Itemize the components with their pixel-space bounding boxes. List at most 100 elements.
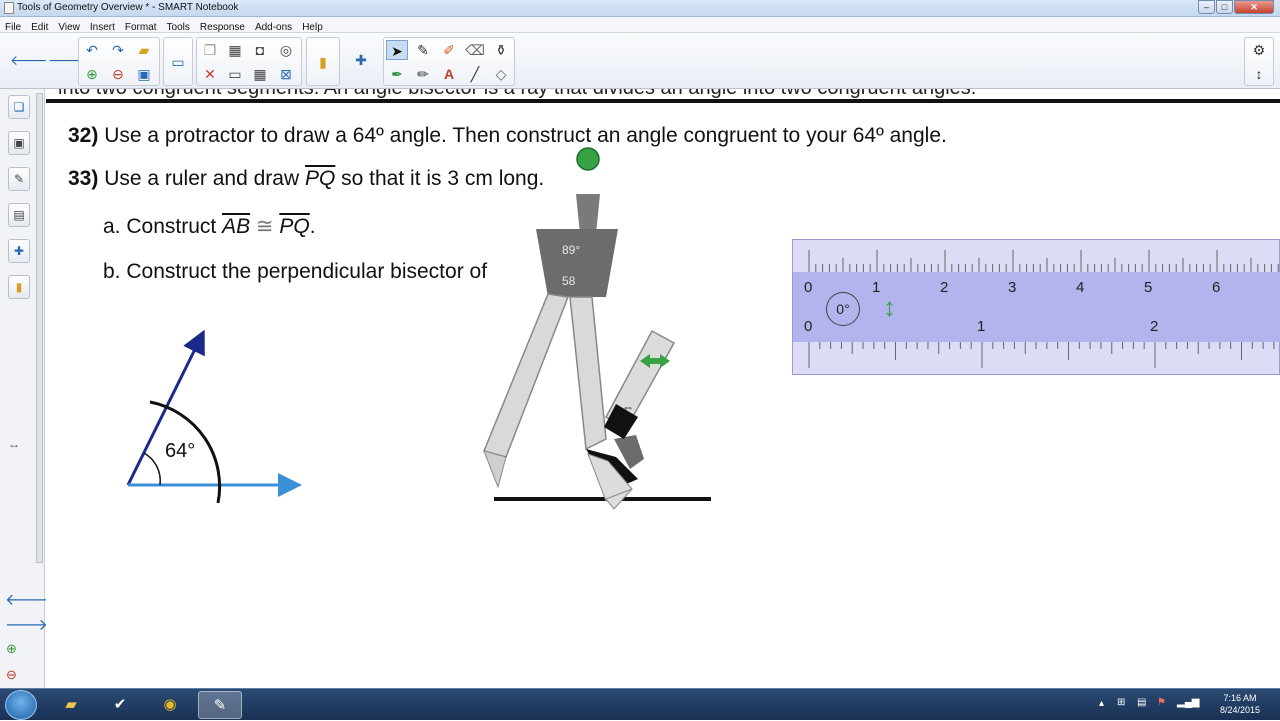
sidebar-scrollbar[interactable] [36, 93, 43, 563]
tray-app-icon[interactable]: ▤ [1137, 697, 1146, 708]
magic-pen-icon[interactable]: ✒ [386, 64, 408, 84]
ruler-tool[interactable]: 0° ↕ 0 1 2 3 4 5 6 0 1 2 [792, 239, 1280, 375]
cm-label-6: 6 [1212, 279, 1221, 296]
lock-tool-group: ▮ [306, 37, 340, 86]
start-button[interactable] [5, 690, 37, 720]
capture-icon[interactable]: ◘ [249, 40, 271, 60]
menu-format[interactable]: Format [120, 20, 162, 33]
shapes-icon[interactable]: ◇ [490, 64, 512, 84]
select-cursor-icon[interactable]: ➤ [386, 40, 408, 60]
inch-label-2: 2 [1150, 318, 1159, 335]
sidebar-add-page-icon[interactable]: ⊕ [6, 641, 17, 657]
table-icon[interactable]: ▦ [249, 64, 271, 84]
forward-arrow-icon[interactable]: 🡒 [48, 50, 86, 70]
redo-icon[interactable]: ↷ [107, 40, 129, 60]
compass-needle-leg [482, 293, 570, 458]
compass-rotate-handle[interactable] [576, 147, 600, 171]
cm-label-1: 1 [872, 279, 881, 296]
menu-edit[interactable]: Edit [26, 20, 53, 33]
menu-response[interactable]: Response [195, 20, 250, 33]
windows-flag-icon[interactable]: ⊞ [1117, 697, 1125, 708]
page-sorter-icon[interactable]: ❏ [8, 95, 30, 119]
compass-tool[interactable]: ⇔ [466, 139, 686, 519]
compass-handle[interactable] [576, 194, 600, 234]
clock[interactable]: 7:16 AM 8/24/2015 [1210, 692, 1270, 716]
sidebar-delete-page-icon[interactable]: ⊖ [6, 667, 17, 683]
delete-icon[interactable]: ✕ [199, 64, 221, 84]
compass-needle-tip [483, 450, 507, 489]
side-tabs: ❏ ▣ ✎ ▤ ✚ ▮ ↔ 🡐 🡒 ⊕ ⊖ [0, 89, 48, 688]
notebook-page[interactable]: into two congruent segments. An angle bi… [46, 89, 1280, 688]
add-ons-icon[interactable]: ✚ [8, 239, 30, 263]
lock-icon[interactable]: ▮ [312, 52, 334, 72]
move-toolbar-icon[interactable]: ↕ [1248, 64, 1270, 84]
menu-tools[interactable]: Tools [162, 20, 195, 33]
cm-label-2: 2 [940, 279, 949, 296]
line-icon[interactable]: ╱ [464, 64, 486, 84]
edit-tool-group: ↶ ↷ ▰ ⊕ ⊖ ▣ [78, 37, 160, 86]
insert-picture-icon[interactable]: ▦ [224, 40, 246, 60]
checkmark-app-taskbar-icon[interactable]: ✔ [98, 691, 142, 719]
delete-page-icon[interactable]: ⊖ [107, 64, 129, 84]
compass-radius-readout: 58 [562, 274, 576, 288]
inch-label-0: 0 [804, 318, 813, 335]
compass-resize-cursor-icon: ⇔ [622, 400, 634, 414]
maximize-button[interactable]: □ [1216, 0, 1233, 14]
cm-label-3: 3 [1008, 279, 1017, 296]
recognize-icon[interactable]: ◎ [275, 40, 297, 60]
full-screen-icon[interactable]: ⊠ [275, 64, 297, 84]
compass-pencil-leg [569, 296, 607, 451]
back-arrow-icon[interactable]: 🡐 [10, 50, 48, 70]
clipboard-tool-group: ❐ ▦ ◘ ◎ ✕ ▭ ▦ ⊠ [196, 37, 302, 86]
sidebar-forward-arrow-icon[interactable]: 🡒 [5, 614, 48, 635]
paste-icon[interactable]: ❐ [199, 40, 221, 60]
display-tool-group: ▭ [163, 37, 193, 86]
menu-addons[interactable]: Add-ons [250, 20, 297, 33]
menu-insert[interactable]: Insert [85, 20, 120, 33]
explorer-taskbar-icon[interactable]: ▰ [49, 691, 93, 719]
volume-icon[interactable]: ♪ [1195, 696, 1200, 707]
gear-icon[interactable]: ⚙ [1248, 40, 1270, 60]
toolbar: 🡐 🡒 ↶ ↷ ▰ ⊕ ⊖ ▣ ▭ ❐ ▦ ◘ ◎ ✕ ▭ ▦ ⊠ ▮ ✚ ➤ … [0, 34, 1280, 89]
highlighter-icon[interactable]: ✏ [412, 64, 434, 84]
action-center-icon[interactable]: ⚑ [1157, 697, 1166, 708]
ruler-rotation-dial[interactable]: 0° [826, 292, 860, 326]
smart-notebook-taskbar-icon[interactable]: ✎ [198, 691, 242, 719]
menu-view[interactable]: View [53, 20, 85, 33]
menu-file[interactable]: File [0, 20, 26, 33]
undo-icon[interactable]: ↶ [81, 40, 103, 60]
add-ons-puzzle-icon[interactable]: ✚ [350, 50, 372, 70]
save-icon[interactable]: ▣ [133, 64, 155, 84]
chrome-taskbar-icon[interactable]: ◉ [148, 691, 192, 719]
add-page-icon[interactable]: ⊕ [81, 64, 103, 84]
properties-icon[interactable]: ▤ [8, 203, 30, 227]
text-icon[interactable]: A [438, 64, 460, 84]
open-folder-icon[interactable]: ▰ [133, 40, 155, 60]
tray-expand-icon[interactable]: ▴ [1099, 698, 1104, 709]
drawing-tool-group: ➤ ✎ ✐ ⌫ ⚱ ✒ ✏ A ╱ ◇ [383, 37, 515, 86]
title-bar: Tools of Geometry Overview * - SMART Not… [0, 0, 1280, 17]
cm-label-0: 0 [804, 279, 813, 296]
menu-help[interactable]: Help [297, 20, 328, 33]
taskbar: ▰ ✔ ◉ ✎ ▴ ⊞ ▤ ⚑ ▂▄▆ ♪ 7:16 AM 8/24/2015 [0, 688, 1280, 720]
attachments-icon[interactable]: ✎ [8, 167, 30, 191]
screen-shade-icon[interactable]: ▭ [224, 64, 246, 84]
settings-tool-group: ⚙ ↕ [1244, 37, 1274, 86]
screen-display-icon[interactable]: ▭ [167, 52, 189, 72]
cm-label-4: 4 [1076, 279, 1085, 296]
lesson-activity-icon[interactable]: ▮ [8, 275, 30, 299]
fill-icon[interactable]: ⚱ [490, 40, 512, 60]
resize-handle-icon[interactable]: ↔ [8, 437, 20, 451]
pen-icon[interactable]: ✎ [412, 40, 434, 60]
angle-label: 64° [165, 440, 196, 462]
sidebar-back-arrow-icon[interactable]: 🡐 [5, 589, 48, 610]
close-button[interactable]: ✕ [1234, 0, 1274, 14]
cm-label-5: 5 [1144, 279, 1153, 296]
eraser-icon[interactable]: ⌫ [464, 40, 486, 60]
compass-hinge [536, 229, 618, 297]
creative-pen-icon[interactable]: ✐ [438, 40, 460, 60]
compass-angle-readout: 89° [562, 243, 581, 257]
minimize-button[interactable]: ‒ [1198, 0, 1215, 14]
gallery-icon[interactable]: ▣ [8, 131, 30, 155]
ruler-resize-handle-icon[interactable]: ↕ [883, 292, 896, 322]
